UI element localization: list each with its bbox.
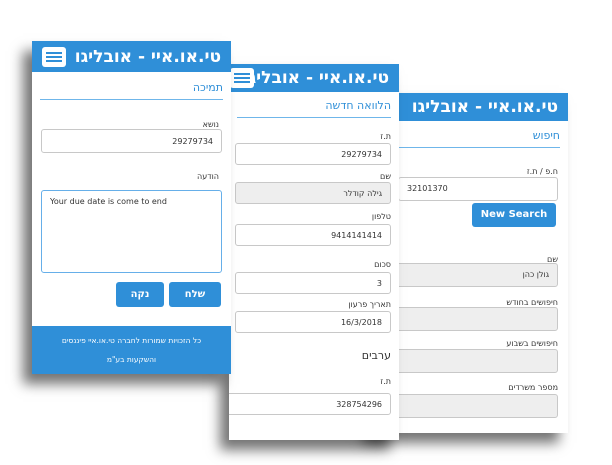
loan-due-date-input[interactable]: 16/3/2018 xyxy=(235,311,391,333)
search-app-bar: טי.או.איי - אובליגו xyxy=(372,93,568,121)
app-title: טי.או.איי - אובליגו xyxy=(242,68,389,88)
subject-input[interactable]: 29279734 xyxy=(41,129,222,153)
loan-section-title: הלוואה חדשה xyxy=(237,99,391,118)
loan-app-bar: טי.או.איי - אובליגו xyxy=(229,64,399,92)
new-loan-screen: טי.או.איי - אובליגו הלוואה חדשה ת.ז 2927… xyxy=(229,64,399,440)
new-search-button[interactable]: New Search xyxy=(472,203,556,227)
footer-line-1: כל הזכויות שמורות לחברה טי.או.איי פיננסי… xyxy=(61,336,202,345)
support-screen: טי.או.איי - אובליגו תמיכה נושא 29279734 … xyxy=(32,41,231,374)
search-id-label: ח.פ / ת.ז xyxy=(526,167,558,176)
search-screen: טי.או.איי - אובליגו חיפוש ח.פ / ת.ז 3210… xyxy=(372,93,568,433)
loan-id-label: ת.ז xyxy=(380,132,391,141)
weekly-searches-label: חיפושים בשבוע xyxy=(506,339,558,348)
loan-amount-input[interactable]: 3 xyxy=(235,272,391,294)
offices-label: מספר משרדים xyxy=(508,383,558,392)
loan-due-date-label: תאריך פרעון xyxy=(348,300,391,309)
footer: כל הזכויות שמורות לחברה טי.או.איי פיננסי… xyxy=(32,326,231,374)
monthly-searches-field xyxy=(383,307,558,331)
menu-icon[interactable] xyxy=(230,68,254,88)
send-button[interactable]: שלח xyxy=(169,282,221,307)
loan-amount-label: סכום xyxy=(374,260,391,269)
app-title: טי.או.איי - אובליגו xyxy=(74,46,221,67)
weekly-searches-field xyxy=(383,349,558,373)
loan-id-input[interactable]: 29279734 xyxy=(235,143,391,165)
message-textarea[interactable]: Your due date is come to end xyxy=(41,190,222,273)
search-section-title: חיפוש xyxy=(380,129,560,148)
search-name-field: גולן כהן xyxy=(383,263,558,287)
guarantors-heading: ערבים xyxy=(361,349,391,362)
guarantor-id-input[interactable]: 328754296 xyxy=(229,393,391,415)
offices-field: 1 xyxy=(383,394,558,418)
app-title: טי.או.איי - אובליגו xyxy=(411,97,558,117)
support-section-title: תמיכה xyxy=(40,81,223,100)
message-label: הודעה xyxy=(196,172,219,181)
support-app-bar: טי.או.איי - אובליגו xyxy=(32,41,231,72)
stage: טי.או.איי - אובליגו חיפוש ח.פ / ת.ז 3210… xyxy=(0,0,612,465)
loan-phone-label: טלפון xyxy=(371,212,391,221)
clear-button[interactable]: נקה xyxy=(116,282,164,307)
loan-name-field: גילה קודלר xyxy=(235,182,391,204)
loan-name-label: שם xyxy=(380,172,391,181)
footer-line-2: והשקעות בע"מ xyxy=(106,355,157,364)
menu-icon[interactable] xyxy=(42,46,66,67)
guarantor-id-label: ת.ז xyxy=(380,377,391,386)
loan-phone-input[interactable]: 9414141414 xyxy=(235,224,391,246)
search-id-input[interactable]: 32101370 xyxy=(398,177,558,201)
subject-label: נושא xyxy=(202,120,219,129)
monthly-searches-label: חיפושים בחודש xyxy=(506,298,558,307)
